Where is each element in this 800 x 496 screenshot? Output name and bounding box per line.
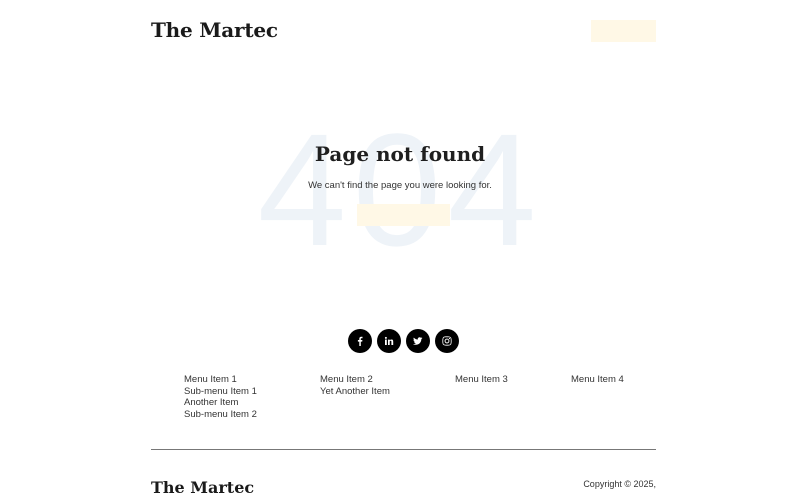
footer-submenu-item[interactable]: Another Item (184, 397, 257, 409)
footer-menu-item[interactable]: Menu Item 3 (455, 374, 508, 386)
footer-menu-column-1: Menu Item 1 Sub-menu Item 1 Another Item… (184, 374, 257, 420)
header-cta-button[interactable]: Contact us (591, 20, 656, 42)
page-subtitle: We can't find the page you were looking … (308, 180, 492, 191)
not-found-hero: 404 Page not found We can't find the pag… (0, 105, 800, 275)
page-title: Page not found (314, 142, 486, 166)
copyright-text: Copyright © 2025, (583, 479, 656, 489)
linkedin-link[interactable] (377, 329, 401, 353)
footer-menu-column-4: Menu Item 4 (571, 374, 624, 386)
footer-menu-column-3: Menu Item 3 (455, 374, 508, 386)
footer-submenu-item[interactable]: Sub-menu Item 1 (184, 386, 257, 398)
facebook-link[interactable] (348, 329, 372, 353)
footer-menu-item[interactable]: Menu Item 2 (320, 374, 390, 386)
linkedin-icon (384, 336, 394, 345)
footer-menu-item[interactable]: Menu Item 4 (571, 374, 624, 386)
footer-logo[interactable]: The Martec (151, 478, 254, 496)
site-logo[interactable]: The Martec (151, 18, 278, 42)
twitter-link[interactable] (406, 329, 430, 353)
page: The Martec Contact us 404 Page not found… (0, 0, 800, 496)
site-header: The Martec Contact us (151, 14, 656, 48)
instagram-link[interactable] (435, 329, 459, 353)
footer-submenu-item[interactable]: Sub-menu Item 2 (184, 409, 257, 421)
instagram-icon (442, 336, 452, 346)
footer-submenu-item[interactable]: Yet Another Item (320, 386, 390, 398)
footer-menu-column-2: Menu Item 2 Yet Another Item (320, 374, 390, 397)
footer-divider (151, 449, 656, 450)
facebook-icon (357, 336, 363, 346)
back-home-button[interactable]: Go back to home (357, 204, 450, 226)
twitter-icon (413, 337, 423, 345)
footer-menu-item[interactable]: Menu Item 1 (184, 374, 257, 386)
social-links (348, 329, 460, 353)
